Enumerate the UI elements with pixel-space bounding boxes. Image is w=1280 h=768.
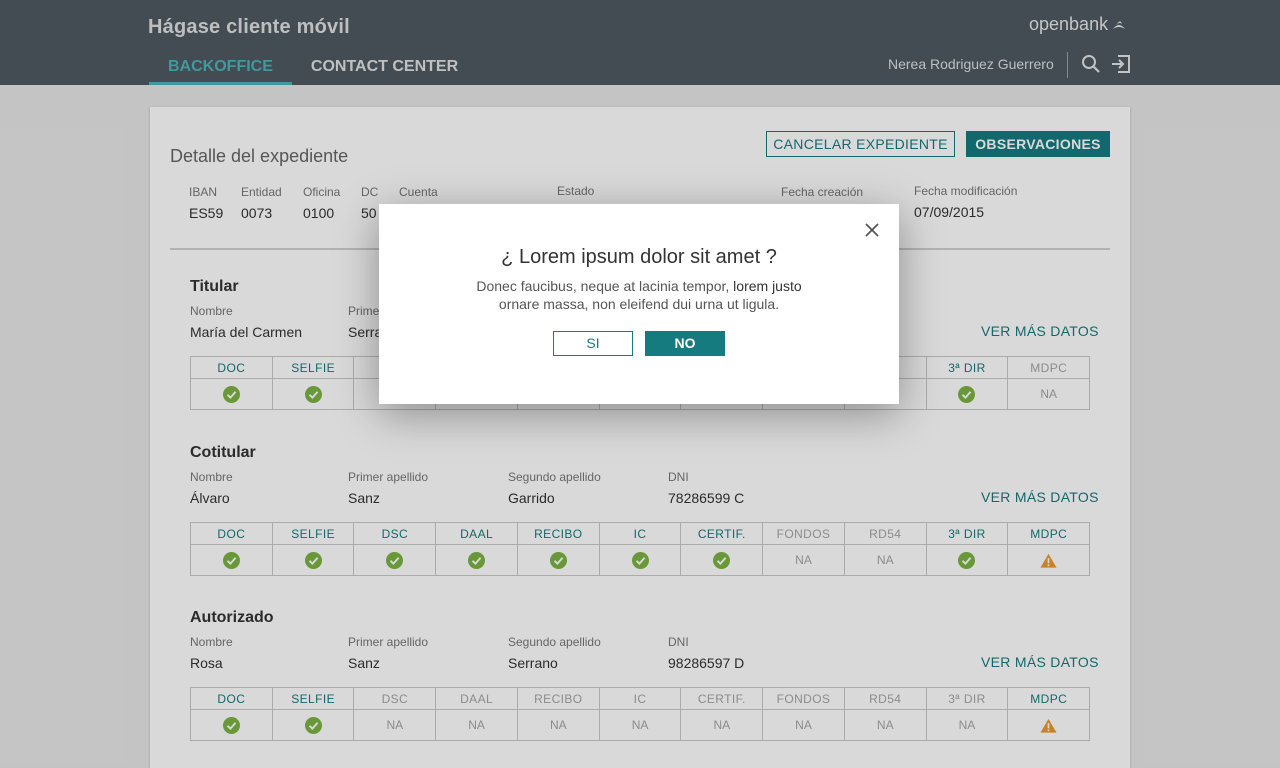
dialog-message-part1: Donec faucibus, neque at lacinia tempor,: [476, 278, 734, 294]
dialog-message: Donec faucibus, neque at lacinia tempor,…: [379, 277, 899, 313]
dialog-message-part2: ornare massa, non eleifend dui urna ut l…: [498, 296, 780, 312]
close-icon[interactable]: [864, 222, 880, 238]
confirm-dialog: ¿ Lorem ipsum dolor sit amet ? Donec fau…: [379, 204, 899, 404]
dialog-title: ¿ Lorem ipsum dolor sit amet ?: [501, 246, 777, 268]
dialog-message-highlight: lorem justo: [733, 278, 802, 294]
confirm-no-button[interactable]: NO: [645, 331, 725, 356]
confirm-yes-button[interactable]: SI: [553, 331, 633, 356]
